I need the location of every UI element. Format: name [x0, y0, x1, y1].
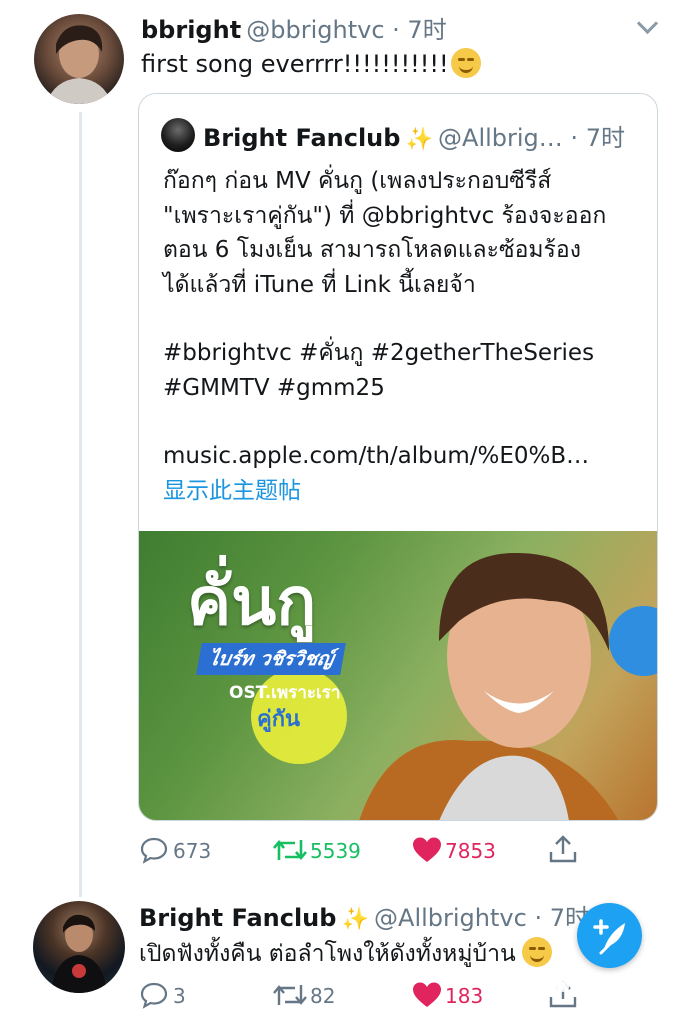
- tweet1-text-content: first song everrrr!!!!!!!!!!!: [141, 50, 449, 78]
- compose-tweet-button[interactable]: [577, 903, 642, 968]
- avatar-photo-icon: [51, 914, 107, 993]
- album-artist-text: ไบร์ท วชิรวิชญ์: [196, 643, 347, 675]
- avatar-bbright[interactable]: [34, 14, 124, 104]
- quoted-hashtags-1[interactable]: #bbrightvc #คั่นกู #2getherTheSeries: [163, 336, 643, 371]
- smiling-face-emoji-icon: [450, 48, 481, 78]
- quoted-link[interactable]: music.apple.com/th/album/%E0%B…: [163, 439, 643, 474]
- tweet1-author-handle[interactable]: @bbrightvc: [246, 16, 384, 44]
- tweet2-text: เปิดฟังทั้งคืน ต่อลำโพงให้ดังทั้งหมู่บ้า…: [139, 936, 552, 972]
- tweet1-like-count: 7853: [445, 839, 496, 863]
- emoji-icon: [521, 937, 552, 967]
- quoted-tweet-card[interactable]: Bright Fanclub ✨ @Allbrig… · 7时 ก๊อกๆ ก่…: [138, 93, 658, 821]
- tweet1-retweet-count: 5539: [310, 839, 361, 863]
- show-thread-link[interactable]: 显示此主题帖: [163, 474, 643, 509]
- tweet1-author-name[interactable]: bbright: [141, 16, 241, 44]
- tweet2-text-content: เปิดฟังทั้งคืน ต่อลำโพงให้ดังทั้งหมู่บ้า…: [139, 941, 516, 967]
- tweet1-retweet-button[interactable]: [273, 836, 307, 868]
- tweet2-header: Bright Fanclub ✨ @Allbrightvc · 7时: [139, 898, 589, 933]
- quoted-header: Bright Fanclub ✨ @Allbrig… · 7时: [203, 118, 625, 153]
- separator-dot: ·: [384, 16, 408, 44]
- share-icon: [549, 835, 577, 863]
- quoted-author-name: Bright Fanclub: [203, 124, 401, 152]
- tweet1-share-button[interactable]: [549, 834, 577, 868]
- tweet2-like-button[interactable]: [412, 981, 442, 1013]
- tweet2-author-name[interactable]: Bright Fanclub: [139, 904, 336, 932]
- tweet1-text: first song everrrr!!!!!!!!!!!: [141, 48, 481, 78]
- tweet1-more-chevron-icon[interactable]: [636, 12, 659, 35]
- heart-filled-icon: [413, 837, 441, 862]
- quoted-line-1: ก๊อกๆ ก่อน MV คั่นกู (เพลงประกอบซีรีส์: [163, 168, 552, 194]
- quoted-timestamp: 7时: [585, 124, 625, 152]
- separator-dot: ·: [562, 124, 586, 152]
- album-ost-text-2: คู่กัน: [257, 707, 301, 732]
- tweet2-like-count: 183: [445, 984, 484, 1008]
- retweet-icon: [273, 985, 307, 1005]
- heart-filled-icon: [413, 982, 441, 1007]
- tweet1-timestamp[interactable]: 7时: [407, 16, 446, 44]
- thread-connector-line: [79, 112, 82, 897]
- avatar-photo-icon: [46, 25, 112, 104]
- quoted-line-2: "เพราะเราคู่กัน") ที่ @bbrightvc ร้องจะอ…: [163, 202, 607, 229]
- tweet2-author-handle[interactable]: @Allbrightvc: [374, 904, 527, 932]
- tweet2-retweet-button[interactable]: [273, 981, 307, 1013]
- watermark-text: 英国报姐: [574, 978, 642, 998]
- quoted-hashtags-2[interactable]: #GMMTV #gmm25: [163, 371, 643, 406]
- retweet-icon: [273, 839, 307, 861]
- separator-dot: ·: [526, 904, 550, 932]
- wechat-logo-icon: [548, 976, 570, 994]
- sparkles-emoji-icon: ✨: [405, 127, 433, 152]
- tweet1-header: bbright @bbrightvc · 7时: [141, 10, 447, 45]
- tweet1-like-button[interactable]: [412, 836, 442, 868]
- tweet2-reply-button[interactable]: [140, 981, 168, 1013]
- quoted-line-4: ได้แล้วที่ iTune ที่ Link นี้เลยจ้า: [163, 271, 476, 298]
- reply-icon: [140, 837, 168, 864]
- quoted-author-avatar: [161, 118, 195, 152]
- reply-icon: [140, 982, 168, 1009]
- tweet2-retweet-count: 82: [310, 984, 336, 1008]
- quoted-tweet-body: ก๊อกๆ ก่อน MV คั่นกู (เพลงประกอบซีรีส์ "…: [163, 164, 643, 508]
- tweet1-reply-button[interactable]: [140, 836, 168, 868]
- compose-feather-icon: [593, 919, 625, 955]
- quoted-line-3: ตอน 6 โมงเย็น สามารถโหลดและซ้อมร้อง: [163, 237, 581, 263]
- tweet1-reply-count: 673: [173, 839, 212, 863]
- tweet2-reply-count: 3: [173, 984, 186, 1008]
- sparkles-emoji-icon: ✨: [341, 907, 369, 932]
- avatar-bright-fanclub[interactable]: [33, 901, 125, 993]
- quoted-author-handle: @Allbrig…: [438, 124, 563, 152]
- album-title-text: คั่นกู: [187, 563, 317, 640]
- quoted-media-image[interactable]: คั่นกู ไบร์ท วชิรวิชญ์ OST.เพราะเรา คู่ก…: [139, 531, 657, 820]
